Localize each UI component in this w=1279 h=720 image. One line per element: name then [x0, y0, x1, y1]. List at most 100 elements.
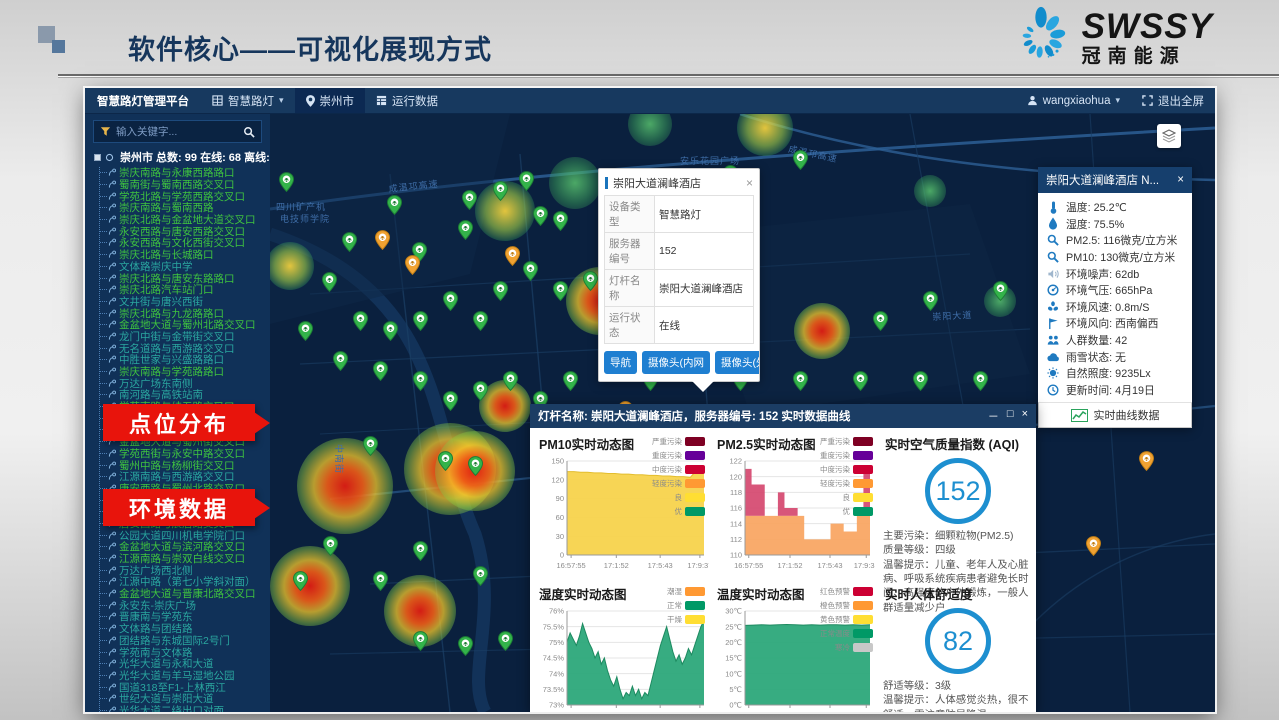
sidebar-item[interactable]: 崇庆南路与蜀南西路 — [100, 202, 270, 214]
map-marker-online[interactable] — [913, 371, 928, 396]
map-marker-offline[interactable] — [1086, 536, 1101, 561]
map-marker-online[interactable] — [503, 371, 518, 396]
map-marker-online[interactable] — [413, 371, 428, 396]
map-marker-online[interactable] — [458, 636, 473, 661]
map-marker-online[interactable] — [342, 232, 357, 257]
sidebar-item[interactable]: 文体路与团结路 — [100, 623, 270, 635]
popup-close-icon[interactable]: × — [746, 177, 753, 189]
sidebar-item[interactable]: 学苑北路与学苑西路交叉口 — [100, 190, 270, 202]
map-marker-online[interactable] — [383, 321, 398, 346]
map-marker-online[interactable] — [443, 391, 458, 416]
popup-button-1[interactable]: 摄像头(内网 — [642, 351, 710, 374]
data-panel-header[interactable]: 灯杆名称: 崇阳大道澜峰酒店，服务器编号: 152 实时数据曲线 －□× — [530, 404, 1036, 428]
map-marker-online[interactable] — [458, 220, 473, 245]
map-marker-online[interactable] — [293, 571, 308, 596]
collapse-box-icon[interactable] — [94, 154, 101, 161]
sidebar-item[interactable]: 团结路与东城国际2号门 — [100, 635, 270, 647]
map-marker-online[interactable] — [462, 190, 477, 215]
user-menu[interactable]: wangxiaohua ▾ — [1016, 88, 1131, 113]
map-marker-online[interactable] — [553, 211, 568, 236]
sidebar-item[interactable]: 世纪大道与崇阳大道 — [100, 693, 270, 705]
sidebar-item[interactable]: 万达广场西北侧 — [100, 564, 270, 576]
sidebar-item[interactable]: 永安西路与文化西街交叉口 — [100, 237, 270, 249]
map-marker-online[interactable] — [923, 291, 938, 316]
sidebar-item[interactable]: 崇庆南路与学苑路路口 — [100, 366, 270, 378]
search-input[interactable] — [116, 126, 238, 138]
map-layers-button[interactable] — [1157, 124, 1181, 148]
map-marker-online[interactable] — [298, 321, 313, 346]
map-marker-online[interactable] — [853, 371, 868, 396]
map-marker-online[interactable] — [363, 436, 378, 461]
map-marker-online[interactable] — [973, 371, 988, 396]
map-marker-offline[interactable] — [405, 255, 420, 280]
tree-root-node[interactable]: 崇州市 总数: 99 在线: 68 离线: 31 — [94, 149, 270, 165]
map-marker-online[interactable] — [468, 456, 483, 481]
map-marker-online[interactable] — [533, 206, 548, 231]
map-marker-online[interactable] — [413, 311, 428, 336]
sidebar-item[interactable]: 蜀南街与蜀南西路交叉口 — [100, 179, 270, 191]
map-marker-online[interactable] — [373, 361, 388, 386]
map-marker-online[interactable] — [387, 195, 402, 220]
map-marker-online[interactable] — [993, 281, 1008, 306]
map-marker-online[interactable] — [323, 536, 338, 561]
window-minimize-button[interactable]: － — [988, 408, 999, 424]
map-marker-online[interactable] — [563, 371, 578, 396]
sidebar-item[interactable]: 光华大道二绕出口对面 — [100, 705, 270, 712]
sidebar-item[interactable]: 永安西路与唐安西路交叉口 — [100, 225, 270, 237]
map-marker-online[interactable] — [413, 631, 428, 656]
sidebar-item[interactable]: 崇庆北路与金盆地大道交叉口 — [100, 214, 270, 226]
sidebar-item[interactable]: 无名道路与西游路交叉口 — [100, 342, 270, 354]
sidebar-item[interactable]: 南河路与高铁站南 — [100, 389, 270, 401]
map-marker-online[interactable] — [873, 311, 888, 336]
map-marker-offline[interactable] — [375, 230, 390, 255]
sidebar-item[interactable]: 光华大道与羊马湿地公园 — [100, 670, 270, 682]
env-close-icon[interactable]: × — [1177, 174, 1184, 186]
filter-funnel-icon[interactable] — [100, 126, 111, 137]
sidebar-item[interactable]: 万达广场东南侧 — [100, 377, 270, 389]
map-marker-online[interactable] — [553, 281, 568, 306]
map-marker-online[interactable] — [498, 631, 513, 656]
map-marker-online[interactable] — [443, 291, 458, 316]
sidebar-item[interactable]: 文体路崇庆中学 — [100, 261, 270, 273]
sidebar-item[interactable]: 崇庆北路汽车站门口 — [100, 284, 270, 296]
map-marker-online[interactable] — [793, 150, 808, 175]
sidebar-item[interactable]: 晋康南与学苑东 — [100, 611, 270, 623]
map-marker-online[interactable] — [279, 172, 294, 197]
sidebar-item[interactable]: 江源南路与崇双白线交叉口 — [100, 553, 270, 565]
map-marker-online[interactable] — [333, 351, 348, 376]
search-icon[interactable] — [243, 126, 255, 138]
map-marker-online[interactable] — [473, 381, 488, 406]
map-marker-online[interactable] — [438, 451, 453, 476]
popup-button-0[interactable]: 导航 — [604, 351, 637, 374]
sidebar-item[interactable]: 学苑西街与永安中路交叉口 — [100, 448, 270, 460]
sidebar-item[interactable]: 江源南路与西游路交叉口 — [100, 471, 270, 483]
exit-fullscreen-button[interactable]: 退出全屏 — [1131, 88, 1215, 113]
sidebar-item[interactable]: 金盆地大道与晋康北路交叉口 — [100, 588, 270, 600]
sidebar-item[interactable]: 崇庆北路与唐安东路路口 — [100, 272, 270, 284]
sidebar-item[interactable]: 文井街与唐兴西街 — [100, 296, 270, 308]
sidebar-item[interactable]: 金盆地大道与滨河路交叉口 — [100, 541, 270, 553]
realtime-curve-button[interactable]: 实时曲线数据 — [1038, 402, 1192, 428]
map-marker-online[interactable] — [523, 261, 538, 286]
sidebar-item[interactable]: 蜀州中路与杨柳街交叉口 — [100, 459, 270, 471]
sidebar-item[interactable]: 永安东-崇庆广场 — [100, 599, 270, 611]
map-marker-online[interactable] — [519, 171, 534, 196]
map-marker-offline[interactable] — [505, 246, 520, 271]
map-marker-online[interactable] — [493, 181, 508, 206]
sidebar-item[interactable]: 国道318至F1-上林西江 — [100, 681, 270, 693]
sidebar-item[interactable]: 中胜世家与兴盛路路口 — [100, 354, 270, 366]
sidebar-item[interactable]: 江源中路（第七小学斜对面） — [100, 576, 270, 588]
map-canvas[interactable]: 成温邛高速成温邛高速四川矿产机电技师学院安乐花园广场崇阳大道崇阳大道江源中路中南… — [270, 114, 1215, 712]
nav-tab-0[interactable]: 智慧路灯▾ — [201, 88, 295, 113]
map-marker-online[interactable] — [583, 271, 598, 296]
sidebar-item[interactable]: 光华大道与永和大道 — [100, 658, 270, 670]
window-restore-button[interactable]: □ — [1007, 408, 1014, 424]
map-marker-online[interactable] — [473, 566, 488, 591]
window-close-button[interactable]: × — [1022, 408, 1028, 424]
sidebar-item[interactable]: 崇庆北路与长城路口 — [100, 249, 270, 261]
sidebar-item[interactable]: 崇庆南路与永康西路路口 — [100, 167, 270, 179]
map-marker-online[interactable] — [493, 281, 508, 306]
nav-tab-2[interactable]: 运行数据 — [365, 88, 449, 113]
map-marker-online[interactable] — [793, 371, 808, 396]
sidebar-item[interactable]: 公园大道四川机电学院门口 — [100, 529, 270, 541]
